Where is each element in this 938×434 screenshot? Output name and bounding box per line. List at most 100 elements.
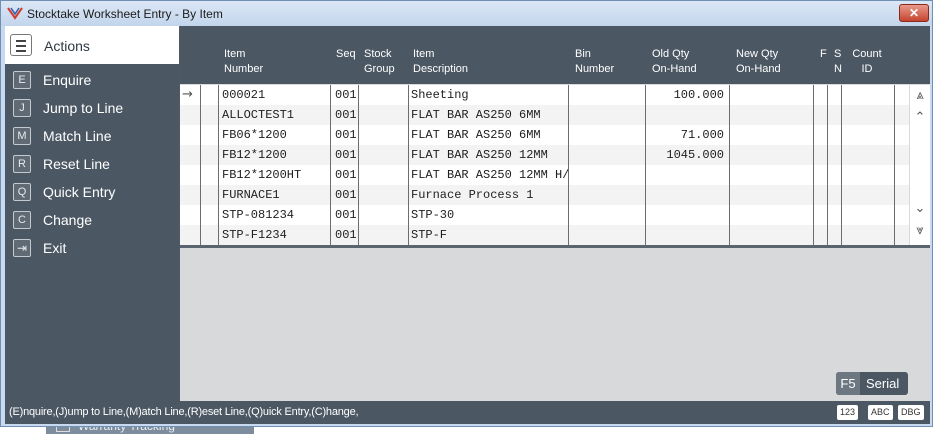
cell-new-qty[interactable] bbox=[734, 145, 814, 165]
cell-old-qty[interactable]: 71.000 bbox=[650, 125, 724, 145]
action-quick-entry[interactable]: Q Quick Entry bbox=[5, 178, 179, 206]
table-row[interactable]: FB06*1200 001 FLAT BAR AS250 6MM 71.000 bbox=[180, 125, 909, 145]
cell-description[interactable]: STP-30 bbox=[411, 205, 571, 225]
scroll-down-icon[interactable]: ⌄ bbox=[912, 201, 928, 217]
column-divider bbox=[218, 85, 219, 245]
table-row[interactable]: FURNACE1 001 Furnace Process 1 bbox=[180, 185, 909, 205]
cell-old-qty[interactable]: 1045.000 bbox=[650, 145, 724, 165]
column-divider bbox=[200, 85, 201, 245]
col-header-count-id[interactable]: Count ID bbox=[852, 47, 882, 77]
status-bar: (E)nquire,(J)ump to Line,(M)atch Line,(R… bbox=[5, 401, 930, 424]
cell-new-qty[interactable] bbox=[734, 85, 814, 105]
col-header-old-qty[interactable]: Old Qty On-Hand bbox=[652, 47, 697, 77]
table-row[interactable]: FB12*1200 001 FLAT BAR AS250 12MM 1045.0… bbox=[180, 145, 909, 165]
cell-description[interactable]: STP-F bbox=[411, 225, 571, 245]
column-divider bbox=[729, 85, 730, 245]
cell-bin[interactable] bbox=[574, 105, 648, 125]
background-window-item: Warranty Tracking bbox=[46, 419, 254, 434]
debug-indicator: DBG bbox=[898, 405, 924, 420]
action-match-line[interactable]: M Match Line bbox=[5, 122, 179, 150]
cell-item-number[interactable]: FB12*1200HT bbox=[222, 165, 330, 185]
cell-new-qty[interactable] bbox=[734, 185, 814, 205]
action-exit[interactable]: ⇥ Exit bbox=[5, 234, 179, 262]
cell-old-qty[interactable] bbox=[650, 185, 724, 205]
f5-key-badge: F5 bbox=[836, 372, 860, 395]
column-divider bbox=[408, 85, 409, 245]
cell-item-number[interactable]: FB06*1200 bbox=[222, 125, 330, 145]
cell-old-qty[interactable] bbox=[650, 165, 724, 185]
action-change[interactable]: C Change bbox=[5, 206, 179, 234]
col-header-item-description[interactable]: Item Description bbox=[413, 47, 468, 77]
cell-stock-group[interactable] bbox=[364, 185, 408, 205]
cell-bin[interactable] bbox=[574, 145, 648, 165]
cell-stock-group[interactable] bbox=[364, 225, 408, 245]
row-scroller[interactable]: ⩓ ⌃ ⌄ ⩔ bbox=[910, 85, 930, 245]
cell-item-number[interactable]: 000021 bbox=[222, 85, 330, 105]
col-header-seq[interactable]: Seq bbox=[336, 47, 356, 62]
table-row[interactable]: STP-F1234 001 STP-F bbox=[180, 225, 909, 245]
scroll-up-icon[interactable]: ⌃ bbox=[912, 110, 928, 126]
scroll-to-top-icon[interactable]: ⩓ bbox=[912, 88, 928, 104]
cell-old-qty[interactable]: 100.000 bbox=[650, 85, 724, 105]
cell-description[interactable]: FLAT BAR AS250 6MM bbox=[411, 125, 571, 145]
cell-bin[interactable] bbox=[574, 165, 648, 185]
cell-old-qty[interactable] bbox=[650, 225, 724, 245]
cell-item-number[interactable]: STP-081234 bbox=[222, 205, 330, 225]
action-enquire[interactable]: E Enquire bbox=[5, 66, 179, 94]
action-jump-to-line[interactable]: J Jump to Line bbox=[5, 94, 179, 122]
cell-bin[interactable] bbox=[574, 185, 648, 205]
cell-description[interactable]: FLAT BAR AS250 12MM H/ bbox=[411, 165, 571, 185]
cell-new-qty[interactable] bbox=[734, 125, 814, 145]
cell-bin[interactable] bbox=[574, 125, 648, 145]
col-header-sn[interactable]: SN bbox=[834, 47, 842, 77]
close-button[interactable]: ✕ bbox=[899, 4, 929, 22]
cell-bin[interactable] bbox=[574, 225, 648, 245]
key-c-icon: C bbox=[13, 211, 31, 229]
actions-list: E Enquire J Jump to Line M Match Line R … bbox=[5, 66, 179, 262]
col-header-new-qty[interactable]: New Qty On-Hand bbox=[736, 47, 781, 77]
action-label: Quick Entry bbox=[43, 184, 116, 200]
table-row[interactable]: ALLOCTEST1 001 FLAT BAR AS250 6MM bbox=[180, 105, 909, 125]
table-row[interactable]: STP-081234 001 STP-30 bbox=[180, 205, 909, 225]
action-label: Exit bbox=[43, 240, 67, 256]
alpha-mode-indicator: ABC bbox=[868, 405, 893, 420]
action-label: Enquire bbox=[43, 72, 92, 88]
cell-item-number[interactable]: FB12*1200 bbox=[222, 145, 330, 165]
cell-stock-group[interactable] bbox=[364, 205, 408, 225]
cell-stock-group[interactable] bbox=[364, 165, 408, 185]
cell-new-qty[interactable] bbox=[734, 165, 814, 185]
cell-stock-group[interactable] bbox=[364, 105, 408, 125]
col-header-stock-group[interactable]: Stock Group bbox=[364, 47, 395, 77]
table-row[interactable]: FB12*1200HT 001 FLAT BAR AS250 12MM H/ bbox=[180, 165, 909, 185]
cell-stock-group[interactable] bbox=[364, 85, 408, 105]
key-r-icon: R bbox=[13, 155, 31, 173]
cell-new-qty[interactable] bbox=[734, 225, 814, 245]
title-bar[interactable]: Stocktake Worksheet Entry - By Item ✕ bbox=[1, 1, 932, 26]
cell-item-number[interactable]: ALLOCTEST1 bbox=[222, 105, 330, 125]
column-divider bbox=[330, 85, 331, 245]
table-row[interactable]: → 000021 001 Sheeting 100.000 bbox=[180, 85, 909, 105]
cell-description[interactable]: Furnace Process 1 bbox=[411, 185, 571, 205]
cell-new-qty[interactable] bbox=[734, 105, 814, 125]
cell-stock-group[interactable] bbox=[364, 145, 408, 165]
cell-stock-group[interactable] bbox=[364, 125, 408, 145]
cell-old-qty[interactable] bbox=[650, 205, 724, 225]
cell-old-qty[interactable] bbox=[650, 105, 724, 125]
cell-item-number[interactable]: FURNACE1 bbox=[222, 185, 330, 205]
action-reset-line[interactable]: R Reset Line bbox=[5, 150, 179, 178]
col-header-item-number[interactable]: Item Number bbox=[224, 47, 263, 77]
cell-bin[interactable] bbox=[574, 205, 648, 225]
col-header-bin-number[interactable]: Bin Number bbox=[575, 47, 614, 77]
col-header-f[interactable]: F bbox=[820, 47, 827, 62]
cell-description[interactable]: FLAT BAR AS250 12MM bbox=[411, 145, 571, 165]
cell-description[interactable]: Sheeting bbox=[411, 85, 571, 105]
scroll-to-bottom-icon[interactable]: ⩔ bbox=[912, 223, 928, 239]
cell-item-number[interactable]: STP-F1234 bbox=[222, 225, 330, 245]
hamburger-menu-icon[interactable] bbox=[10, 34, 32, 56]
key-q-icon: Q bbox=[13, 183, 31, 201]
serial-button[interactable]: F5 Serial bbox=[836, 372, 908, 395]
actions-header[interactable]: Actions bbox=[5, 26, 179, 64]
cell-description[interactable]: FLAT BAR AS250 6MM bbox=[411, 105, 571, 125]
cell-new-qty[interactable] bbox=[734, 205, 814, 225]
cell-bin[interactable] bbox=[574, 85, 648, 105]
